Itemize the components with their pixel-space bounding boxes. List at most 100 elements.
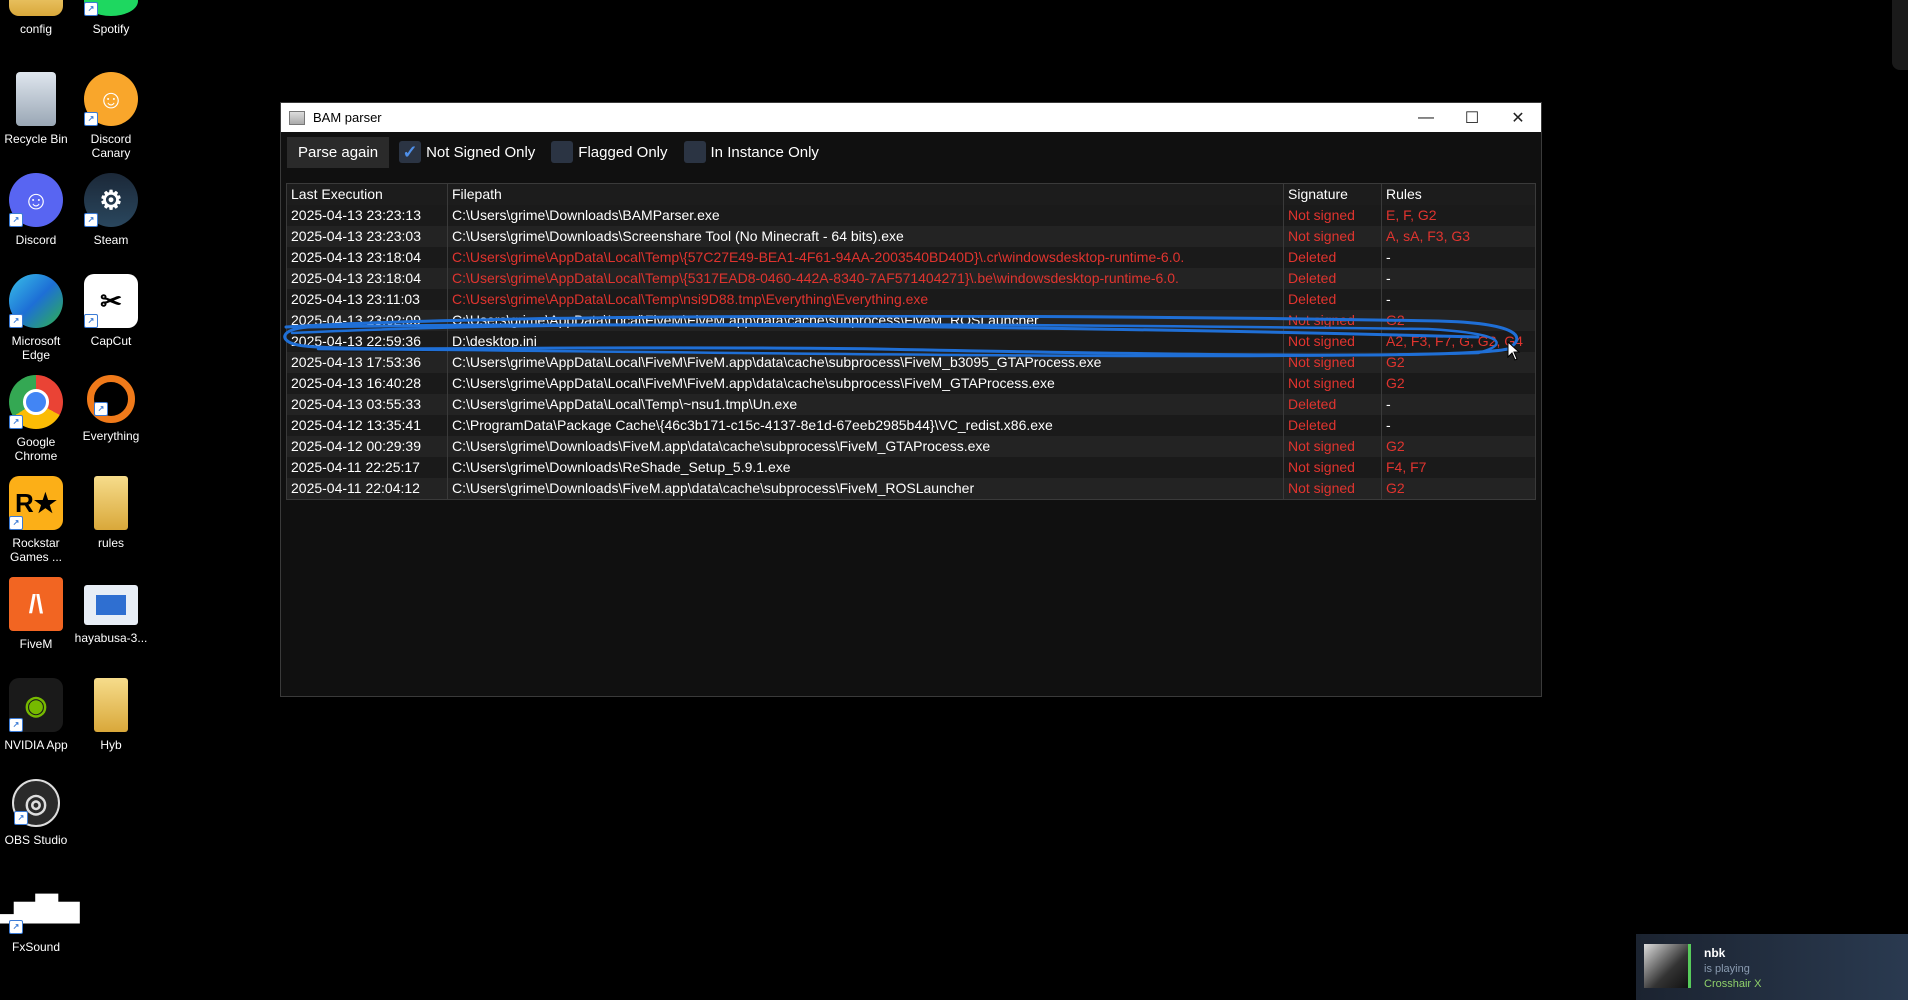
desktop-icon-label: hayabusa-3...: [74, 631, 148, 645]
close-button[interactable]: ✕: [1495, 103, 1541, 132]
column-header-signature[interactable]: Signature: [1284, 184, 1382, 205]
cell-filepath: C:\Users\grime\AppData\Local\Temp\{57C27…: [448, 247, 1284, 268]
cell-filepath: C:\Users\grime\AppData\Local\FiveM\FiveM…: [448, 352, 1284, 373]
cell-signature: Not signed: [1284, 436, 1382, 457]
cell-signature: Not signed: [1284, 352, 1382, 373]
desktop-icon-label: Discord Canary: [90, 132, 132, 160]
cell-filepath: C:\Users\grime\AppData\Local\Temp\~nsu1.…: [448, 394, 1284, 415]
desktop-icon-label: FiveM: [19, 637, 53, 651]
recycle-bin-icon: [16, 72, 56, 126]
desktop-icon-fivem[interactable]: /\ FiveM: [0, 577, 76, 651]
cell-signature: Deleted: [1284, 268, 1382, 289]
table-row[interactable]: 2025-04-13 03:55:33 C:\Users\grime\AppDat…: [287, 394, 1535, 415]
flagged-only-checkbox[interactable]: Flagged Only: [551, 141, 668, 163]
desktop-icon-capcut[interactable]: ✂ ↗ CapCut: [71, 274, 151, 348]
cell-last-execution: 2025-04-13 23:02:09: [287, 310, 448, 331]
avatar: [1644, 944, 1691, 988]
cell-rules: -: [1386, 396, 1391, 412]
cell-filepath: C:\Users\grime\Downloads\BAMParser.exe: [448, 205, 1284, 226]
table-row[interactable]: 2025-04-13 23:02:09 C:\Users\grime\AppDat…: [287, 310, 1535, 331]
desktop-icon-spotify[interactable]: ↗ Spotify: [71, 0, 151, 36]
folder-icon: [94, 476, 128, 530]
table-row[interactable]: 2025-04-13 23:18:04 C:\Users\grime\AppDat…: [287, 268, 1535, 289]
desktop-icon-recycle-bin[interactable]: Recycle Bin: [0, 72, 76, 146]
cell-rules: G2: [1386, 438, 1405, 454]
chrome-icon: ↗: [9, 375, 63, 429]
desktop-icon-config[interactable]: config: [0, 0, 76, 36]
desktop-icon-discord[interactable]: ☺ ↗ Discord: [0, 173, 76, 247]
column-header-filepath[interactable]: Filepath: [448, 184, 1284, 205]
desktop-icon-label: Google Chrome: [14, 435, 58, 463]
cell-rules: G2: [1386, 375, 1405, 391]
column-header-rules[interactable]: Rules: [1382, 184, 1535, 205]
checkmark-icon[interactable]: ✓: [399, 141, 422, 163]
not-signed-only-checkbox[interactable]: ✓ Not Signed Only: [399, 141, 535, 163]
spotify-icon: ↗: [84, 0, 138, 16]
desktop-icon-label: NVIDIA App: [4, 738, 68, 752]
cell-filepath: C:\Users\grime\Downloads\FiveM.app\data\…: [448, 478, 1284, 499]
desktop-icon-discord-canary[interactable]: ☺ ↗ Discord Canary: [71, 72, 151, 160]
nvidia-icon: ◉ ↗: [9, 678, 63, 732]
results-table: Last Execution Filepath Signature Rules …: [286, 183, 1536, 500]
desktop-icon-label: Discord: [15, 233, 57, 247]
bam-parser-window: BAM parser — ☐ ✕ Parse again ✓ Not Signe…: [280, 102, 1542, 697]
minimize-button[interactable]: —: [1403, 103, 1449, 132]
maximize-button[interactable]: ☐: [1449, 103, 1495, 132]
cell-rules: -: [1386, 291, 1391, 307]
table-row[interactable]: 2025-04-13 23:23:13 C:\Users\grime\Downlo…: [287, 205, 1535, 226]
toolbar: Parse again ✓ Not Signed Only Flagged On…: [281, 132, 1541, 172]
cell-rules: -: [1386, 249, 1391, 265]
app-icon: [289, 110, 305, 125]
cell-filepath: C:\Users\grime\Downloads\FiveM.app\data\…: [448, 436, 1284, 457]
cell-filepath: C:\Users\grime\Downloads\ReShade_Setup_5…: [448, 457, 1284, 478]
checkbox-label: In Instance Only: [710, 143, 819, 161]
desktop-icon-label: Hyb: [100, 738, 122, 752]
column-header-last-execution[interactable]: Last Execution: [287, 184, 448, 205]
cell-rules: E, F, G2: [1386, 207, 1437, 223]
table-row[interactable]: 2025-04-13 23:11:03 C:\Users\grime\AppDat…: [287, 289, 1535, 310]
cell-rules: F4, F7: [1386, 459, 1427, 475]
table-row[interactable]: 2025-04-13 16:40:28 C:\Users\grime\AppDat…: [287, 373, 1535, 394]
desktop-icon-steam[interactable]: ⚙ ↗ Steam: [71, 173, 151, 247]
window-title: BAM parser: [313, 110, 382, 125]
table-row[interactable]: 2025-04-13 17:53:36 C:\Users\grime\AppDat…: [287, 352, 1535, 373]
cell-signature: Not signed: [1284, 226, 1382, 247]
table-row[interactable]: 2025-04-13 23:23:03 C:\Users\grime\Downlo…: [287, 226, 1535, 247]
window-file-icon: [84, 585, 138, 625]
table-row[interactable]: 2025-04-12 13:35:41 C:\ProgramData\Packag…: [287, 415, 1535, 436]
table-body: 2025-04-13 23:23:13 C:\Users\grime\Downlo…: [287, 205, 1535, 499]
mouse-cursor-icon: [1507, 341, 1521, 361]
table-row[interactable]: 2025-04-13 23:18:04 C:\Users\grime\AppDat…: [287, 247, 1535, 268]
desktop-icon-fxsound[interactable]: ▂▅▇▅ ↗ FxSound: [0, 880, 79, 954]
notification-game: Crosshair X: [1704, 978, 1762, 990]
friend-playing-notification[interactable]: nbk is playing Crosshair X: [1636, 934, 1908, 1000]
title-bar[interactable]: BAM parser — ☐ ✕: [281, 103, 1541, 132]
table-row[interactable]: 2025-04-11 22:04:12 C:\Users\grime\Downlo…: [287, 478, 1535, 499]
checkbox-box[interactable]: [683, 141, 706, 163]
table-row[interactable]: 2025-04-13 22:59:36 D:\desktop.ini Not sig…: [287, 331, 1535, 352]
in-instance-only-checkbox[interactable]: In Instance Only: [683, 141, 819, 163]
checkbox-box[interactable]: [551, 141, 574, 163]
desktop-icon-rockstar[interactable]: R★ ↗ Rockstar Games ...: [0, 476, 76, 564]
desktop-icon-rules[interactable]: rules: [71, 476, 151, 550]
cell-filepath: C:\Users\grime\AppData\Local\FiveM\FiveM…: [448, 310, 1284, 331]
desktop-icon-chrome[interactable]: ↗ Google Chrome: [0, 375, 76, 463]
table-row[interactable]: 2025-04-12 00:29:39 C:\Users\grime\Downlo…: [287, 436, 1535, 457]
steam-icon: ⚙ ↗: [84, 173, 138, 227]
cell-last-execution: 2025-04-13 23:11:03: [287, 289, 448, 310]
desktop-icon-label: config: [19, 22, 53, 36]
cell-signature: Deleted: [1284, 394, 1382, 415]
desktop-icon-hayabusa[interactable]: hayabusa-3...: [71, 577, 151, 645]
desktop-icon-obs[interactable]: ◎ ↗ OBS Studio: [0, 779, 76, 847]
cell-last-execution: 2025-04-11 22:25:17: [287, 457, 448, 478]
cell-last-execution: 2025-04-12 00:29:39: [287, 436, 448, 457]
desktop-icon-everything[interactable]: ↗ Everything: [71, 375, 151, 443]
desktop-icon-label: Everything: [82, 429, 140, 443]
fxsound-icon: ▂▅▇▅ ↗: [0, 880, 79, 934]
parse-again-button[interactable]: Parse again: [287, 136, 390, 168]
desktop-icon-hyb[interactable]: Hyb: [71, 678, 151, 752]
desktop-icon-nvidia[interactable]: ◉ ↗ NVIDIA App: [0, 678, 76, 752]
desktop-icon-label: Spotify: [92, 22, 130, 36]
table-row[interactable]: 2025-04-11 22:25:17 C:\Users\grime\Downlo…: [287, 457, 1535, 478]
desktop-icon-edge[interactable]: ↗ Microsoft Edge: [0, 274, 76, 362]
